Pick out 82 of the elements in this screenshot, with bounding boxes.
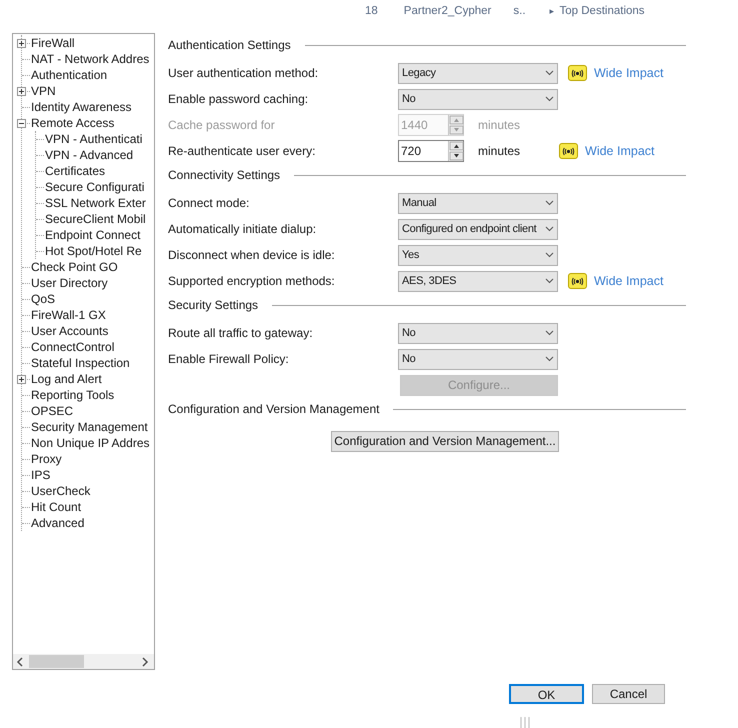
cancel-button[interactable]: Cancel (592, 684, 665, 704)
tree-item[interactable]: Log and Alert (31, 370, 102, 388)
tree-item[interactable]: Proxy (31, 450, 62, 468)
field-label: Route all traffic to gateway: (168, 325, 314, 342)
field-label: Automatically initiate dialup: (168, 221, 318, 238)
tree-item[interactable]: Reporting Tools (31, 386, 114, 404)
tree-item[interactable]: ConnectControl (31, 338, 114, 356)
expander-icon[interactable] (17, 86, 26, 96)
expand-arrow[interactable]: ▸ (550, 5, 555, 19)
tree-item[interactable]: NAT - Network Addres (31, 50, 150, 68)
tree-item[interactable]: Hit Count (31, 498, 82, 516)
scrollbar-thumb[interactable] (29, 655, 84, 668)
broadcast-icon (568, 273, 587, 289)
scroll-left-icon[interactable] (16, 656, 24, 666)
row-name: Partner2_Cypher (404, 4, 492, 20)
tree-item[interactable]: Advanced (31, 514, 84, 532)
tree-item[interactable]: Remote Access (31, 114, 114, 132)
dropdown[interactable]: Manual (398, 192, 558, 214)
dropdown[interactable]: Legacy (398, 62, 558, 84)
field-label: Cache password for (168, 117, 276, 134)
expander-icon[interactable] (17, 38, 26, 48)
wide-impact-link[interactable]: Wide Impact (594, 272, 664, 290)
number-field: 1440 (398, 114, 464, 136)
cell-text: s.. (513, 4, 526, 20)
tree-item[interactable]: Hot Spot/Hotel Re (45, 242, 142, 260)
resize-grip-icon (520, 717, 530, 728)
dropdown[interactable]: Configured on endpoint client (398, 218, 558, 240)
field-label: Disconnect when device is idle: (168, 247, 336, 264)
section-heading: Configuration and Version Management (168, 401, 380, 418)
expander-icon[interactable] (17, 374, 26, 384)
wide-impact-link[interactable]: Wide Impact (594, 64, 664, 82)
spin-arrows-icon (448, 115, 463, 135)
tree-item[interactable]: SSL Network Exter (45, 194, 146, 212)
tree-item[interactable]: User Directory (31, 274, 108, 292)
field-label: Re-authenticate user every: (168, 143, 316, 160)
tree-item[interactable]: Check Point GO (31, 258, 118, 276)
dropdown[interactable]: AES, 3DES (398, 270, 558, 292)
tree-item[interactable]: VPN (31, 82, 56, 100)
field-label: Enable password caching: (168, 91, 310, 108)
number-field[interactable]: 720 (398, 140, 464, 162)
dropdown[interactable]: No (398, 322, 558, 344)
tree-item[interactable]: Endpoint Connect (45, 226, 140, 244)
horizontal-scrollbar[interactable] (13, 654, 154, 669)
tree-item[interactable]: Secure Configurati (45, 178, 144, 196)
field-label: Enable Firewall Policy: (168, 351, 290, 368)
tree-item[interactable]: QoS (31, 290, 56, 308)
unit-label: minutes (478, 117, 520, 134)
dropdown[interactable]: No (398, 348, 558, 370)
section-heading: Connectivity Settings (168, 167, 280, 184)
section-heading: Security Settings (168, 297, 258, 314)
tree-item[interactable]: Authentication (31, 66, 108, 84)
tree-item[interactable]: Security Management (31, 418, 148, 436)
tree-item[interactable]: FireWall-1 GX (31, 306, 106, 324)
tree-item[interactable]: UserCheck (31, 482, 90, 500)
wide-impact-link[interactable]: Wide Impact (585, 142, 654, 160)
tree-item[interactable]: Identity Awareness (31, 98, 132, 116)
tree-item[interactable]: FireWall (31, 34, 75, 52)
tree-item[interactable]: Certificates (45, 162, 106, 180)
broadcast-icon (559, 143, 578, 159)
field-label: Connect mode: (168, 195, 250, 212)
dropdown[interactable]: Yes (398, 244, 558, 266)
tree-item[interactable]: VPN - Authenticati (45, 130, 142, 148)
tree-item[interactable]: SecureClient Mobil (45, 210, 146, 228)
row-number: 18 (365, 4, 378, 20)
spin-arrows-icon[interactable] (448, 141, 463, 161)
dropdown[interactable]: No (398, 88, 558, 110)
expander-icon[interactable] (17, 118, 26, 128)
section-link[interactable]: Top Destinations (560, 3, 645, 21)
tree-item[interactable]: VPN - Advanced (45, 146, 134, 164)
field-label: Supported encryption methods: (168, 273, 336, 290)
field-label: User authentication method: (168, 65, 320, 82)
broadcast-icon (568, 65, 587, 81)
section-heading: Authentication Settings (168, 37, 291, 54)
scroll-right-icon[interactable] (141, 656, 149, 666)
tree-item[interactable]: Stateful Inspection (31, 354, 130, 372)
ok-button[interactable]: OK (509, 684, 584, 704)
tree-item[interactable]: Non Unique IP Addres (31, 434, 150, 452)
unit-label: minutes (478, 143, 520, 160)
tree-item[interactable]: OPSEC (31, 402, 74, 420)
tree-item[interactable]: IPS (31, 466, 50, 484)
tree-item[interactable]: User Accounts (31, 322, 108, 340)
version-management-button[interactable]: Configuration and Version Management... (331, 430, 559, 452)
